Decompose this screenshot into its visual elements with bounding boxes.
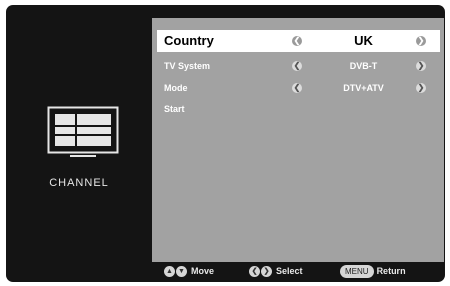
menu-key-icon: MENU <box>340 264 374 278</box>
channel-settings-panel: Country ❮ UK ❯ TV System ❮ DVB-T ❯ Mode … <box>152 18 444 262</box>
menu-row-value: UK <box>354 33 373 48</box>
return-hint: MENU Return <box>340 264 406 278</box>
menu-row-label: Mode <box>164 83 188 93</box>
move-label: Move <box>191 266 215 276</box>
up-arrow-icon: ▲ <box>164 265 175 277</box>
menu-row-label: Country <box>164 33 214 48</box>
category-sidebar: CHANNEL <box>6 5 152 261</box>
arrow-left-icon[interactable]: ❮ <box>292 61 302 71</box>
menu-row-tv-system[interactable]: TV System ❮ DVB-T ❯ <box>157 55 440 77</box>
left-arrow-icon: ❮ <box>249 265 260 277</box>
menu-row-label: TV System <box>164 61 211 71</box>
arrow-right-icon[interactable]: ❯ <box>416 83 426 93</box>
return-label: Return <box>376 266 406 276</box>
arrow-right-icon[interactable]: ❯ <box>416 61 426 71</box>
menu-row-start[interactable]: Start <box>157 98 440 120</box>
sidebar-category-label: CHANNEL <box>49 177 109 189</box>
select-hint: ❮ ❯ Select <box>249 264 303 278</box>
arrow-left-icon[interactable]: ❮ <box>292 83 302 93</box>
menu-row-label: Start <box>164 104 185 114</box>
key-hint-bar: ▲ ▼ Move ❮ ❯ Select MENU Return <box>152 262 444 280</box>
select-label: Select <box>276 266 303 276</box>
right-arrow-icon: ❯ <box>261 265 272 277</box>
menu-row-value: DVB-T <box>349 61 378 71</box>
down-arrow-icon: ▼ <box>176 265 187 277</box>
arrow-left-icon[interactable]: ❮ <box>292 36 302 46</box>
tv-icon <box>47 106 119 157</box>
menu-row-country[interactable]: Country ❮ UK ❯ <box>157 30 440 52</box>
menu-row-value: DTV+ATV <box>343 83 384 93</box>
arrow-right-icon[interactable]: ❯ <box>416 36 426 46</box>
move-hint: ▲ ▼ Move <box>164 264 214 278</box>
menu-row-mode[interactable]: Mode ❮ DTV+ATV ❯ <box>157 77 440 99</box>
